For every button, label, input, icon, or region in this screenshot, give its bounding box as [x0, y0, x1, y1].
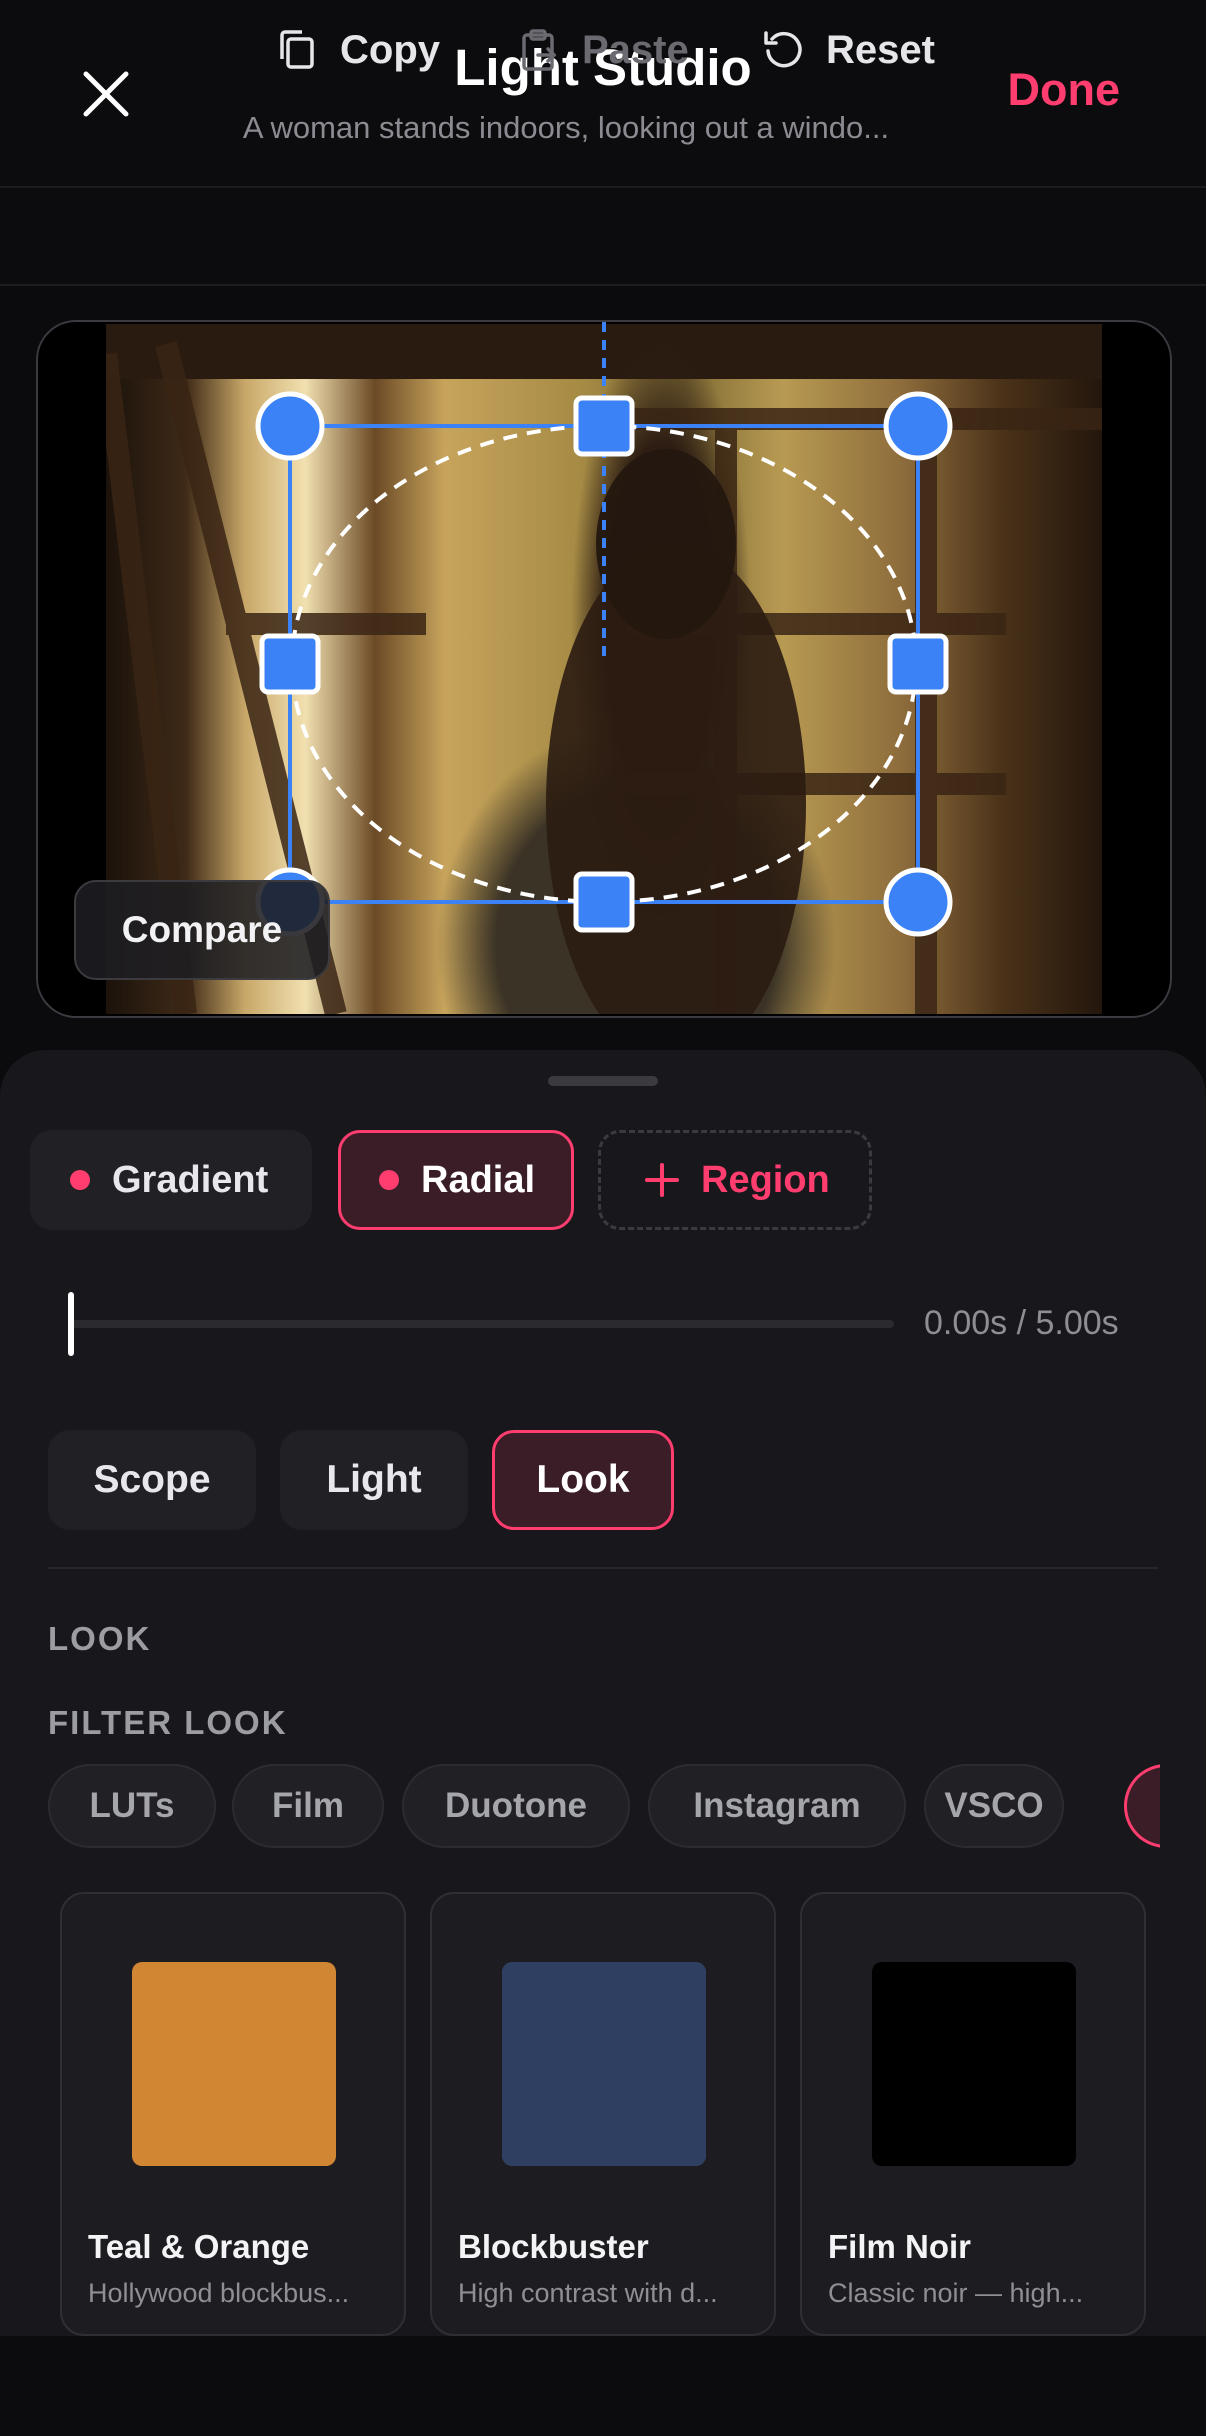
look-card-film-noir[interactable]: Film Noir Classic noir — high... — [800, 1892, 1146, 2336]
mask-gradient-chip[interactable]: Gradient — [30, 1130, 312, 1230]
paste-label: Paste — [582, 27, 689, 72]
reset-label: Reset — [826, 27, 935, 72]
plus-icon — [645, 1163, 679, 1197]
corner-handle — [255, 391, 325, 461]
look-card-desc: Hollywood blockbus... — [88, 2278, 350, 2308]
mask-gradient-label: Gradient — [112, 1158, 269, 1201]
look-swatch — [872, 1962, 1076, 2166]
divider — [48, 1567, 1158, 1569]
filter-chip-vsco[interactable]: VSCO — [924, 1764, 1064, 1848]
edge-handle — [573, 395, 635, 457]
copy-label: Copy — [340, 27, 440, 72]
edge-handle — [887, 633, 949, 695]
filter-chip-duotone[interactable]: Duotone — [402, 1764, 630, 1848]
filter-chip-luts[interactable]: LUTs — [48, 1764, 216, 1848]
add-region-label: Region — [701, 1158, 830, 1201]
filter-look-heading: FILTER LOOK — [48, 1704, 288, 1741]
timeline-playhead[interactable] — [68, 1292, 74, 1356]
look-card-name: Blockbuster — [458, 2228, 649, 2265]
copy-icon — [280, 30, 314, 69]
reset-button[interactable]: Reset — [758, 24, 935, 76]
edge-handle — [573, 871, 635, 933]
filter-chip-film[interactable]: Film — [232, 1764, 384, 1848]
mask-dot-icon — [70, 1170, 90, 1190]
look-card-name: Film Noir — [828, 2228, 972, 2265]
look-card-desc: High contrast with d... — [458, 2278, 718, 2308]
page-subtitle: A woman stands indoors, looking out a wi… — [242, 110, 890, 145]
tab-light[interactable]: Light — [280, 1430, 468, 1530]
look-swatch — [132, 1962, 336, 2166]
timeline-time: 0.00s / 5.00s — [924, 1304, 1119, 1342]
copy-button[interactable]: Copy — [272, 24, 440, 76]
filter-chip-row[interactable]: LUTs Film Duotone Instagram VSCO — [0, 1764, 1160, 1852]
bottom-bar — [0, 2336, 1206, 2436]
timeline-track[interactable] — [70, 1320, 894, 1328]
look-card-desc: Classic noir — high... — [828, 2278, 1084, 2308]
corner-handle — [883, 391, 953, 461]
sheet-grabber[interactable] — [548, 1076, 658, 1086]
filter-chip-instagram[interactable]: Instagram — [648, 1764, 906, 1848]
look-swatch — [502, 1962, 706, 2166]
tab-look[interactable]: Look — [492, 1430, 674, 1530]
look-card-blockbuster[interactable]: Blockbuster High contrast with d... — [430, 1892, 776, 2336]
add-region-button[interactable]: Region — [598, 1130, 872, 1230]
look-card-teal-orange[interactable]: Teal & Orange Hollywood blockbus... — [60, 1892, 406, 2336]
reset-icon — [764, 31, 802, 68]
section-look-heading: LOOK — [48, 1620, 152, 1657]
compare-button[interactable]: Compare — [74, 880, 330, 980]
corner-handle — [883, 867, 953, 937]
look-card-name: Teal & Orange — [88, 2228, 310, 2265]
paste-icon — [522, 29, 557, 71]
done-button[interactable]: Done — [1008, 64, 1121, 116]
mask-dot-icon — [379, 1170, 399, 1190]
filter-chip-selected[interactable] — [1124, 1764, 1160, 1848]
paste-button[interactable]: Paste — [514, 24, 689, 76]
tab-scope[interactable]: Scope — [48, 1430, 256, 1530]
mask-radial-label: Radial — [421, 1158, 536, 1201]
toolbar — [0, 188, 1206, 286]
edge-handle — [259, 633, 321, 695]
mask-radial-chip[interactable]: Radial — [338, 1130, 574, 1230]
